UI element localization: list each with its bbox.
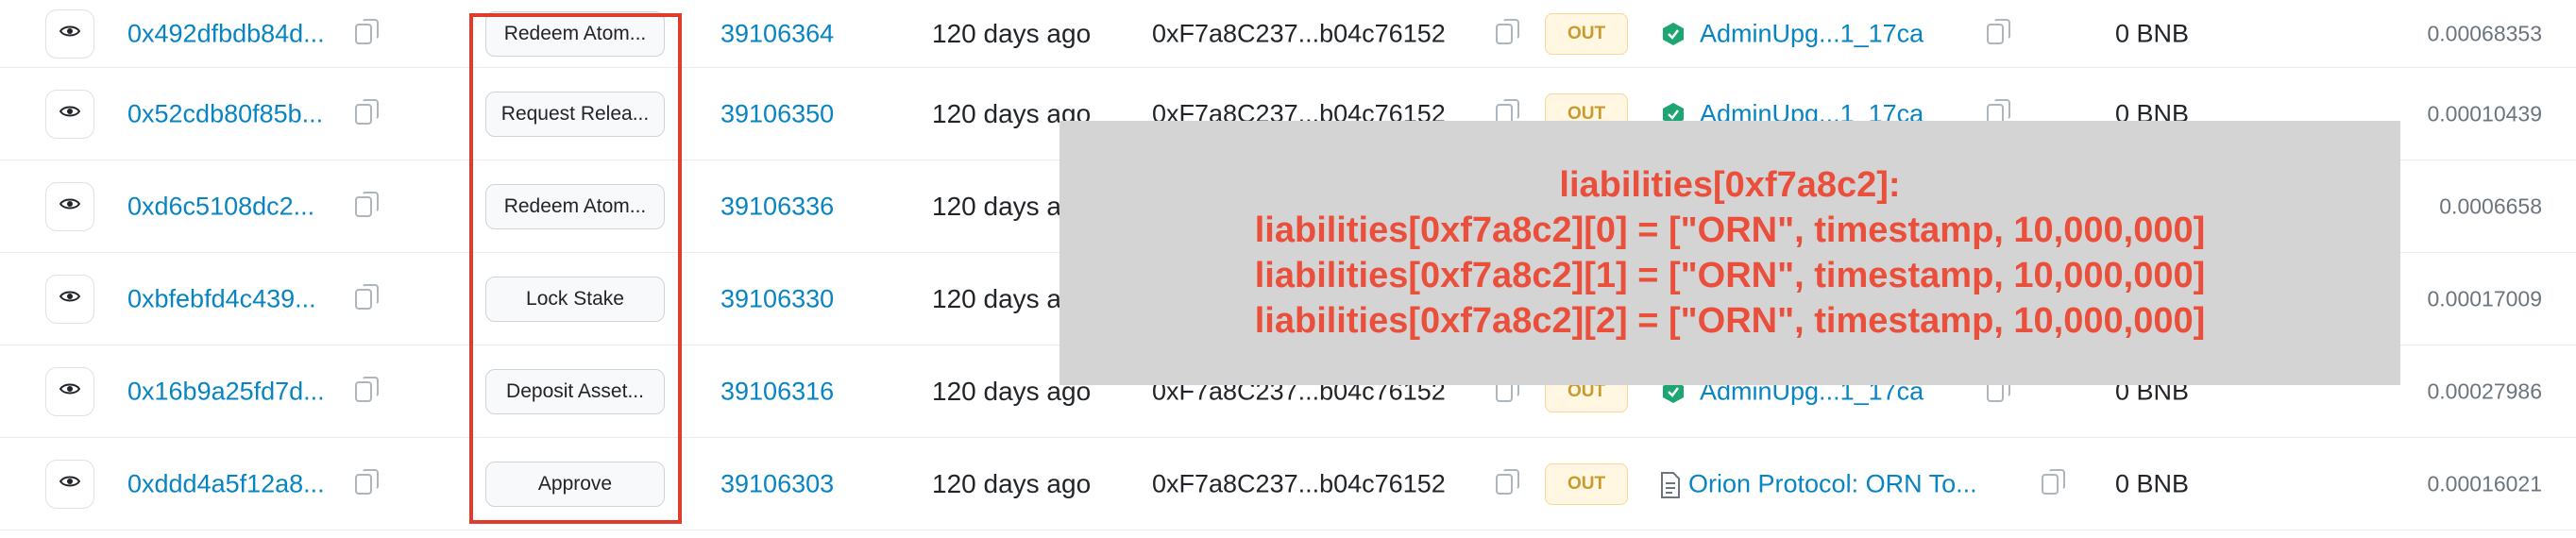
eye-icon <box>59 382 81 400</box>
txn-fee-text: 0.00017009 <box>2427 286 2542 311</box>
eye-icon <box>59 475 81 493</box>
table-row: 0xddd4a5f12a8... Approve 39106303 120 days … <box>0 438 2576 530</box>
value-text: 0 BNB <box>2115 469 2190 497</box>
liabilities-annotation: liabilities[0xf7a8c2]: liabilities[0xf7a… <box>1059 121 2400 385</box>
contract-check-icon <box>1662 22 1685 46</box>
copy-icon[interactable] <box>355 191 379 217</box>
tx-hash-link[interactable]: 0xddd4a5f12a8... <box>127 469 325 498</box>
value-text: 0 BNB <box>2115 19 2190 47</box>
txn-fee-text: 0.00016021 <box>2427 471 2542 496</box>
table-row: 0x492dfbdb84d... Redeem Atom... 39106364 12… <box>0 0 2576 68</box>
eye-icon <box>59 105 81 123</box>
annotation-line: liabilities[0xf7a8c2]: <box>1559 165 1901 205</box>
block-link[interactable]: 39106336 <box>720 192 834 221</box>
tx-hash-link[interactable]: 0x52cdb80f85b... <box>127 99 323 128</box>
copy-icon[interactable] <box>2042 468 2065 495</box>
copy-icon[interactable] <box>1987 18 2010 44</box>
tx-hash-link[interactable]: 0xd6c5108dc2... <box>127 192 314 221</box>
view-details-button[interactable] <box>45 366 94 416</box>
to-address-link[interactable]: Orion Protocol: ORN To... <box>1688 469 1977 498</box>
block-link[interactable]: 39106350 <box>720 99 834 128</box>
block-link[interactable]: 39106303 <box>720 469 834 498</box>
txn-fee-text: 0.00068353 <box>2427 21 2542 45</box>
eye-icon <box>59 25 81 42</box>
copy-icon[interactable] <box>355 468 379 495</box>
eye-icon <box>59 197 81 215</box>
copy-icon[interactable] <box>355 98 379 125</box>
to-address-link[interactable]: AdminUpg...1_17ca <box>1700 19 1924 48</box>
age-text: 120 days ago <box>932 468 1092 498</box>
direction-badge: OUT <box>1545 462 1628 505</box>
txn-fee-text: 0.0006658 <box>2439 193 2542 218</box>
block-link[interactable]: 39106364 <box>720 19 834 48</box>
eye-icon <box>59 290 81 308</box>
view-details-button[interactable] <box>45 8 94 59</box>
annotation-line: liabilities[0xf7a8c2][0] = ["ORN", times… <box>1254 210 2206 250</box>
txn-fee-text: 0.00027986 <box>2427 378 2542 403</box>
method-column-highlight <box>469 13 682 524</box>
age-text: 120 days ago <box>932 18 1092 48</box>
block-link[interactable]: 39106316 <box>720 377 834 406</box>
copy-icon[interactable] <box>1496 468 1519 495</box>
annotation-line: liabilities[0xf7a8c2][1] = ["ORN", times… <box>1254 256 2206 295</box>
from-address: 0xF7a8C237...b04c76152 <box>1152 19 1446 47</box>
document-icon <box>1660 471 1683 498</box>
block-link[interactable]: 39106330 <box>720 284 834 313</box>
copy-icon[interactable] <box>1496 18 1519 44</box>
view-details-button[interactable] <box>45 181 94 231</box>
tx-hash-link[interactable]: 0x16b9a25fd7d... <box>127 377 325 406</box>
view-details-button[interactable] <box>45 274 94 324</box>
annotation-line: liabilities[0xf7a8c2][2] = ["ORN", times… <box>1254 301 2206 341</box>
direction-badge: OUT <box>1545 12 1628 55</box>
view-details-button[interactable] <box>45 89 94 139</box>
tx-hash-link[interactable]: 0x492dfbdb84d... <box>127 19 325 48</box>
from-address: 0xF7a8C237...b04c76152 <box>1152 469 1446 497</box>
copy-icon[interactable] <box>355 376 379 402</box>
copy-icon[interactable] <box>355 283 379 310</box>
txn-fee-text: 0.00010439 <box>2427 101 2542 126</box>
tx-hash-link[interactable]: 0xbfebfd4c439... <box>127 284 316 313</box>
copy-icon[interactable] <box>355 18 379 44</box>
view-details-button[interactable] <box>45 459 94 509</box>
